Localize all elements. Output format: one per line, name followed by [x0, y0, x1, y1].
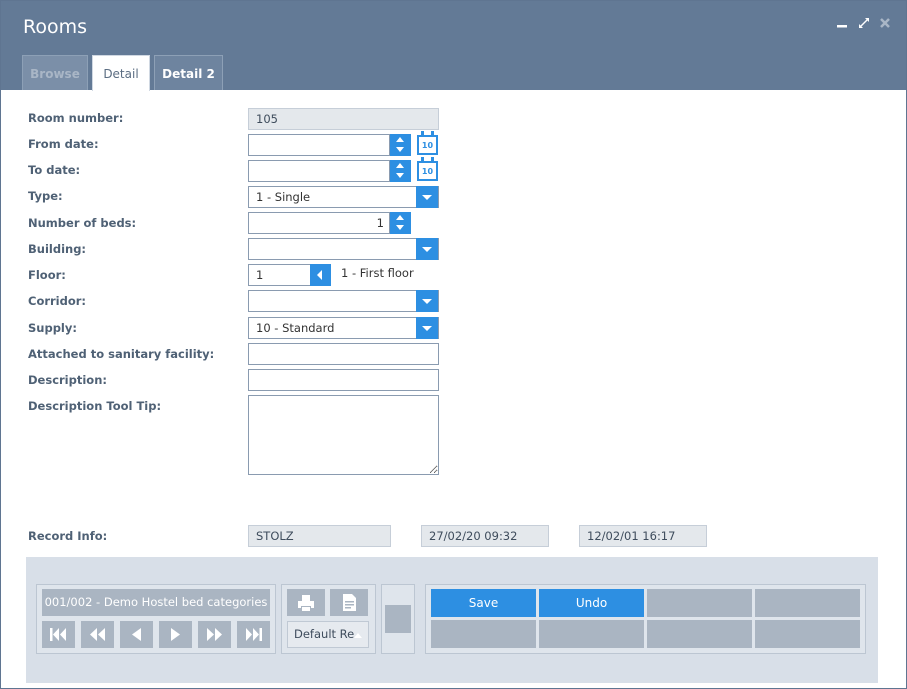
prev-page-icon[interactable]	[81, 621, 114, 648]
record-user: STOLZ	[248, 525, 391, 547]
to-date-label: To date:	[28, 163, 81, 177]
number-of-beds-stepper[interactable]	[390, 212, 411, 234]
rooms-window: Rooms Browse Detail Detail 2 Room number…	[0, 0, 907, 689]
save-button[interactable]: Save	[431, 589, 536, 617]
to-date-input[interactable]	[248, 160, 390, 182]
corridor-select[interactable]	[248, 290, 439, 312]
from-date-label: From date:	[28, 137, 99, 151]
chevron-down-icon[interactable]	[416, 317, 438, 339]
to-date-stepper[interactable]	[390, 160, 411, 182]
next-record-icon[interactable]	[159, 621, 192, 648]
action-button[interactable]	[755, 620, 860, 648]
extra-button[interactable]	[385, 605, 411, 633]
number-of-beds-label: Number of beds:	[28, 216, 137, 230]
chevron-down-icon[interactable]	[416, 186, 438, 208]
from-date-input[interactable]	[248, 134, 390, 156]
floor-description: 1 - First floor	[341, 266, 414, 280]
report-select[interactable]: Default Re	[287, 621, 369, 648]
calendar-icon[interactable]: 10	[417, 131, 438, 155]
type-select[interactable]: 1 - Single	[248, 186, 439, 208]
chevron-down-icon[interactable]	[416, 290, 438, 312]
action-button[interactable]	[647, 620, 752, 648]
supply-label: Supply:	[28, 321, 77, 335]
tooltip-label: Description Tool Tip:	[28, 399, 162, 413]
floor-label: Floor:	[28, 268, 66, 282]
record-created: 27/02/20 09:32	[421, 525, 549, 547]
supply-select[interactable]: 10 - Standard	[248, 317, 439, 339]
tab-detail[interactable]: Detail	[92, 55, 150, 91]
tab-detail-2[interactable]: Detail 2	[154, 55, 223, 90]
type-label: Type:	[28, 189, 63, 203]
prev-record-icon[interactable]	[120, 621, 153, 648]
room-number-field: 105	[248, 108, 439, 130]
sanitary-label: Attached to sanitary facility:	[28, 347, 215, 361]
first-record-icon[interactable]	[42, 621, 75, 648]
minimize-icon[interactable]	[835, 17, 849, 31]
tooltip-textarea[interactable]	[248, 395, 439, 475]
corridor-label: Corridor:	[28, 294, 87, 308]
floor-lookup-button[interactable]	[310, 264, 331, 286]
action-button[interactable]	[431, 620, 536, 648]
floor-input[interactable]: 1	[248, 264, 311, 286]
window-title: Rooms	[23, 16, 88, 38]
report-icon[interactable]	[330, 589, 368, 616]
building-select[interactable]	[248, 238, 439, 260]
action-button[interactable]	[647, 589, 752, 617]
last-record-icon[interactable]	[237, 621, 270, 648]
report-select-value: Default Re	[294, 627, 355, 641]
action-button[interactable]	[539, 620, 644, 648]
from-date-stepper[interactable]	[390, 134, 411, 156]
chevron-down-icon[interactable]	[416, 238, 438, 260]
close-icon[interactable]	[878, 17, 892, 31]
next-page-icon[interactable]	[198, 621, 231, 648]
record-info-label: Record Info:	[28, 529, 108, 543]
description-input[interactable]	[248, 369, 439, 391]
chevron-up-icon	[354, 633, 362, 638]
maximize-icon[interactable]	[857, 17, 871, 31]
description-label: Description:	[28, 373, 107, 387]
record-position: 001/002 - Demo Hostel bed categories	[42, 589, 270, 616]
tab-browse[interactable]: Browse	[22, 55, 88, 90]
record-modified: 12/02/01 16:17	[579, 525, 707, 547]
action-button[interactable]	[755, 589, 860, 617]
building-label: Building:	[28, 242, 87, 256]
sanitary-input[interactable]	[248, 343, 439, 365]
calendar-icon[interactable]: 10	[417, 157, 438, 181]
title-bar: Rooms Browse Detail Detail 2	[1, 1, 906, 91]
room-number-label: Room number:	[28, 111, 124, 125]
undo-button[interactable]: Undo	[539, 589, 644, 617]
number-of-beds-input[interactable]: 1	[248, 212, 390, 234]
print-icon[interactable]	[287, 589, 325, 616]
